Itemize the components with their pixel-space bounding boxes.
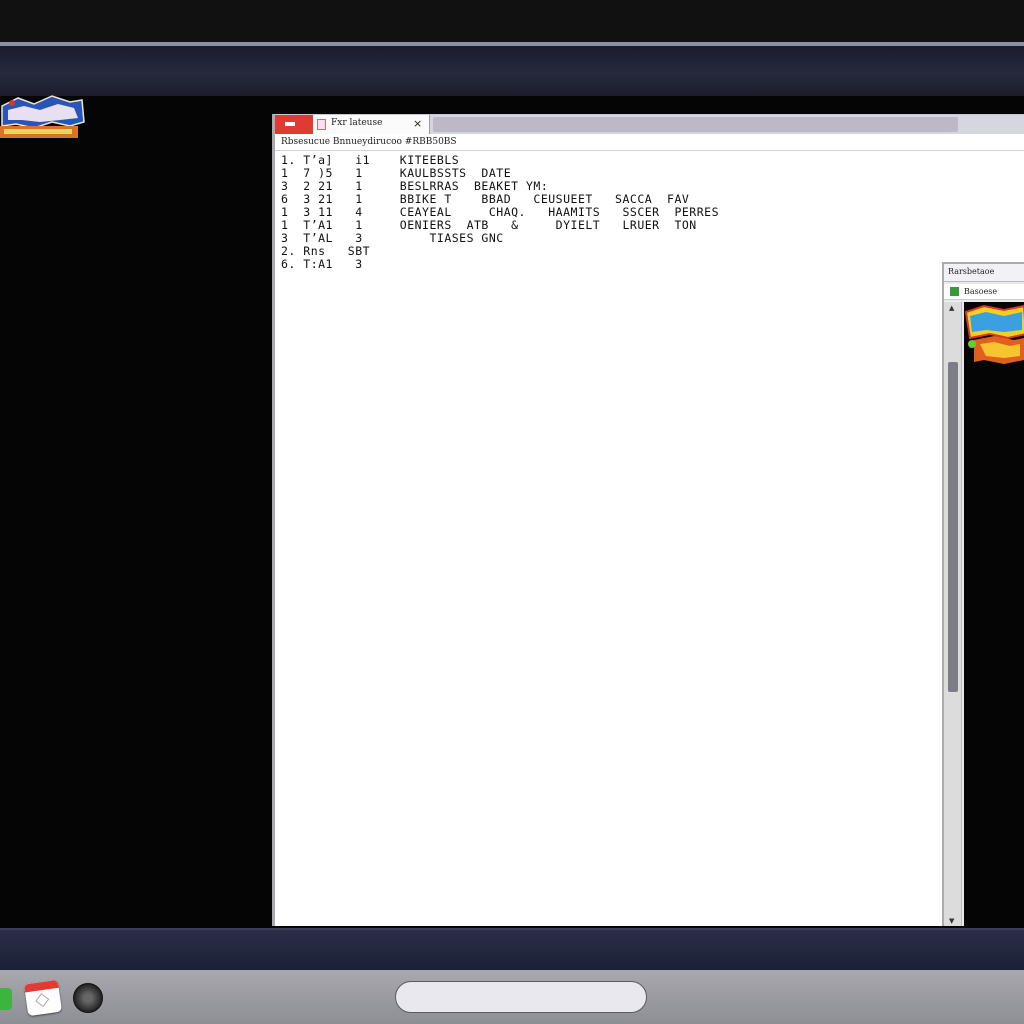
top-bezel bbox=[0, 0, 1024, 42]
spreadsheet-app-icon[interactable] bbox=[0, 988, 12, 1010]
document-icon bbox=[317, 119, 326, 130]
text-line: 1 T’A1 1 OENIERS ATB & DYIELT LRUER TON bbox=[281, 218, 697, 232]
close-icon[interactable]: × bbox=[413, 117, 422, 130]
text-line: 6 3 21 1 BBIKE T BBAD CEUSUEET SACCA FAV bbox=[281, 192, 690, 206]
taskbar bbox=[0, 970, 1024, 1024]
text-line: 2. Rns SBT bbox=[281, 244, 371, 258]
calendar-app-icon[interactable] bbox=[23, 979, 63, 1017]
secondary-tab[interactable]: Basoese bbox=[944, 284, 1024, 300]
tab-strip-empty bbox=[433, 117, 958, 132]
game-logo-icon[interactable] bbox=[0, 92, 86, 142]
text-line: 6. T:A1 3 bbox=[281, 257, 363, 271]
window-title: Rarsbetaoe bbox=[948, 267, 995, 276]
scrollbar-thumb[interactable] bbox=[948, 362, 958, 692]
calendar-header bbox=[23, 979, 59, 993]
app-badge-icon bbox=[275, 115, 313, 134]
window-title-bar[interactable]: Rarsbetaoe bbox=[944, 264, 1024, 282]
text-document-window[interactable]: Fxr lateuse × Rbsesucue Bnnueydirucoo #R… bbox=[272, 114, 1024, 926]
taskbar-search-field[interactable] bbox=[395, 981, 647, 1013]
address-text: Rbsesucue Bnnueydirucoo #RBB50BS bbox=[281, 137, 457, 147]
media-app-icon[interactable] bbox=[73, 983, 103, 1013]
address-bar[interactable]: Rbsesucue Bnnueydirucoo #RBB50BS bbox=[275, 134, 1024, 151]
text-line: 3 2 21 1 BESLRRAS BEAKET YM: bbox=[281, 179, 549, 193]
text-line: 1 3 11 4 CEAYEAL CHAQ. HAAMITS SSCER PER… bbox=[281, 205, 719, 219]
app-icon bbox=[950, 287, 959, 296]
text-content[interactable]: 1. T’a] i1 KITEEBLS 1 7 )5 1 KAULBSSTS D… bbox=[281, 153, 1021, 913]
vertical-scrollbar[interactable]: ▲ ▼ bbox=[944, 302, 962, 926]
bottom-dock-band bbox=[0, 928, 1024, 970]
game-preview bbox=[964, 302, 1024, 926]
text-line: 3 T’AL 3 TIASES GNC bbox=[281, 231, 504, 245]
game-title-logo-icon[interactable] bbox=[964, 304, 1024, 370]
tab-bar: Fxr lateuse × bbox=[275, 115, 1024, 134]
tab-label: Basoese bbox=[964, 287, 998, 296]
text-line: 1 7 )5 1 KAULBSSTS DATE bbox=[281, 166, 512, 180]
secondary-window[interactable]: Rarsbetaoe Basoese ▲ ▼ bbox=[942, 262, 1024, 926]
scroll-up-icon[interactable]: ▲ bbox=[949, 304, 954, 312]
scroll-down-icon[interactable]: ▼ bbox=[949, 917, 954, 925]
tab-title: Fxr lateuse bbox=[331, 118, 383, 128]
tab-document[interactable]: Fxr lateuse × bbox=[275, 115, 430, 134]
text-line: 1. T’a] i1 KITEEBLS bbox=[281, 153, 460, 167]
top-menu-band bbox=[0, 46, 1024, 96]
heart-icon bbox=[35, 993, 50, 1008]
